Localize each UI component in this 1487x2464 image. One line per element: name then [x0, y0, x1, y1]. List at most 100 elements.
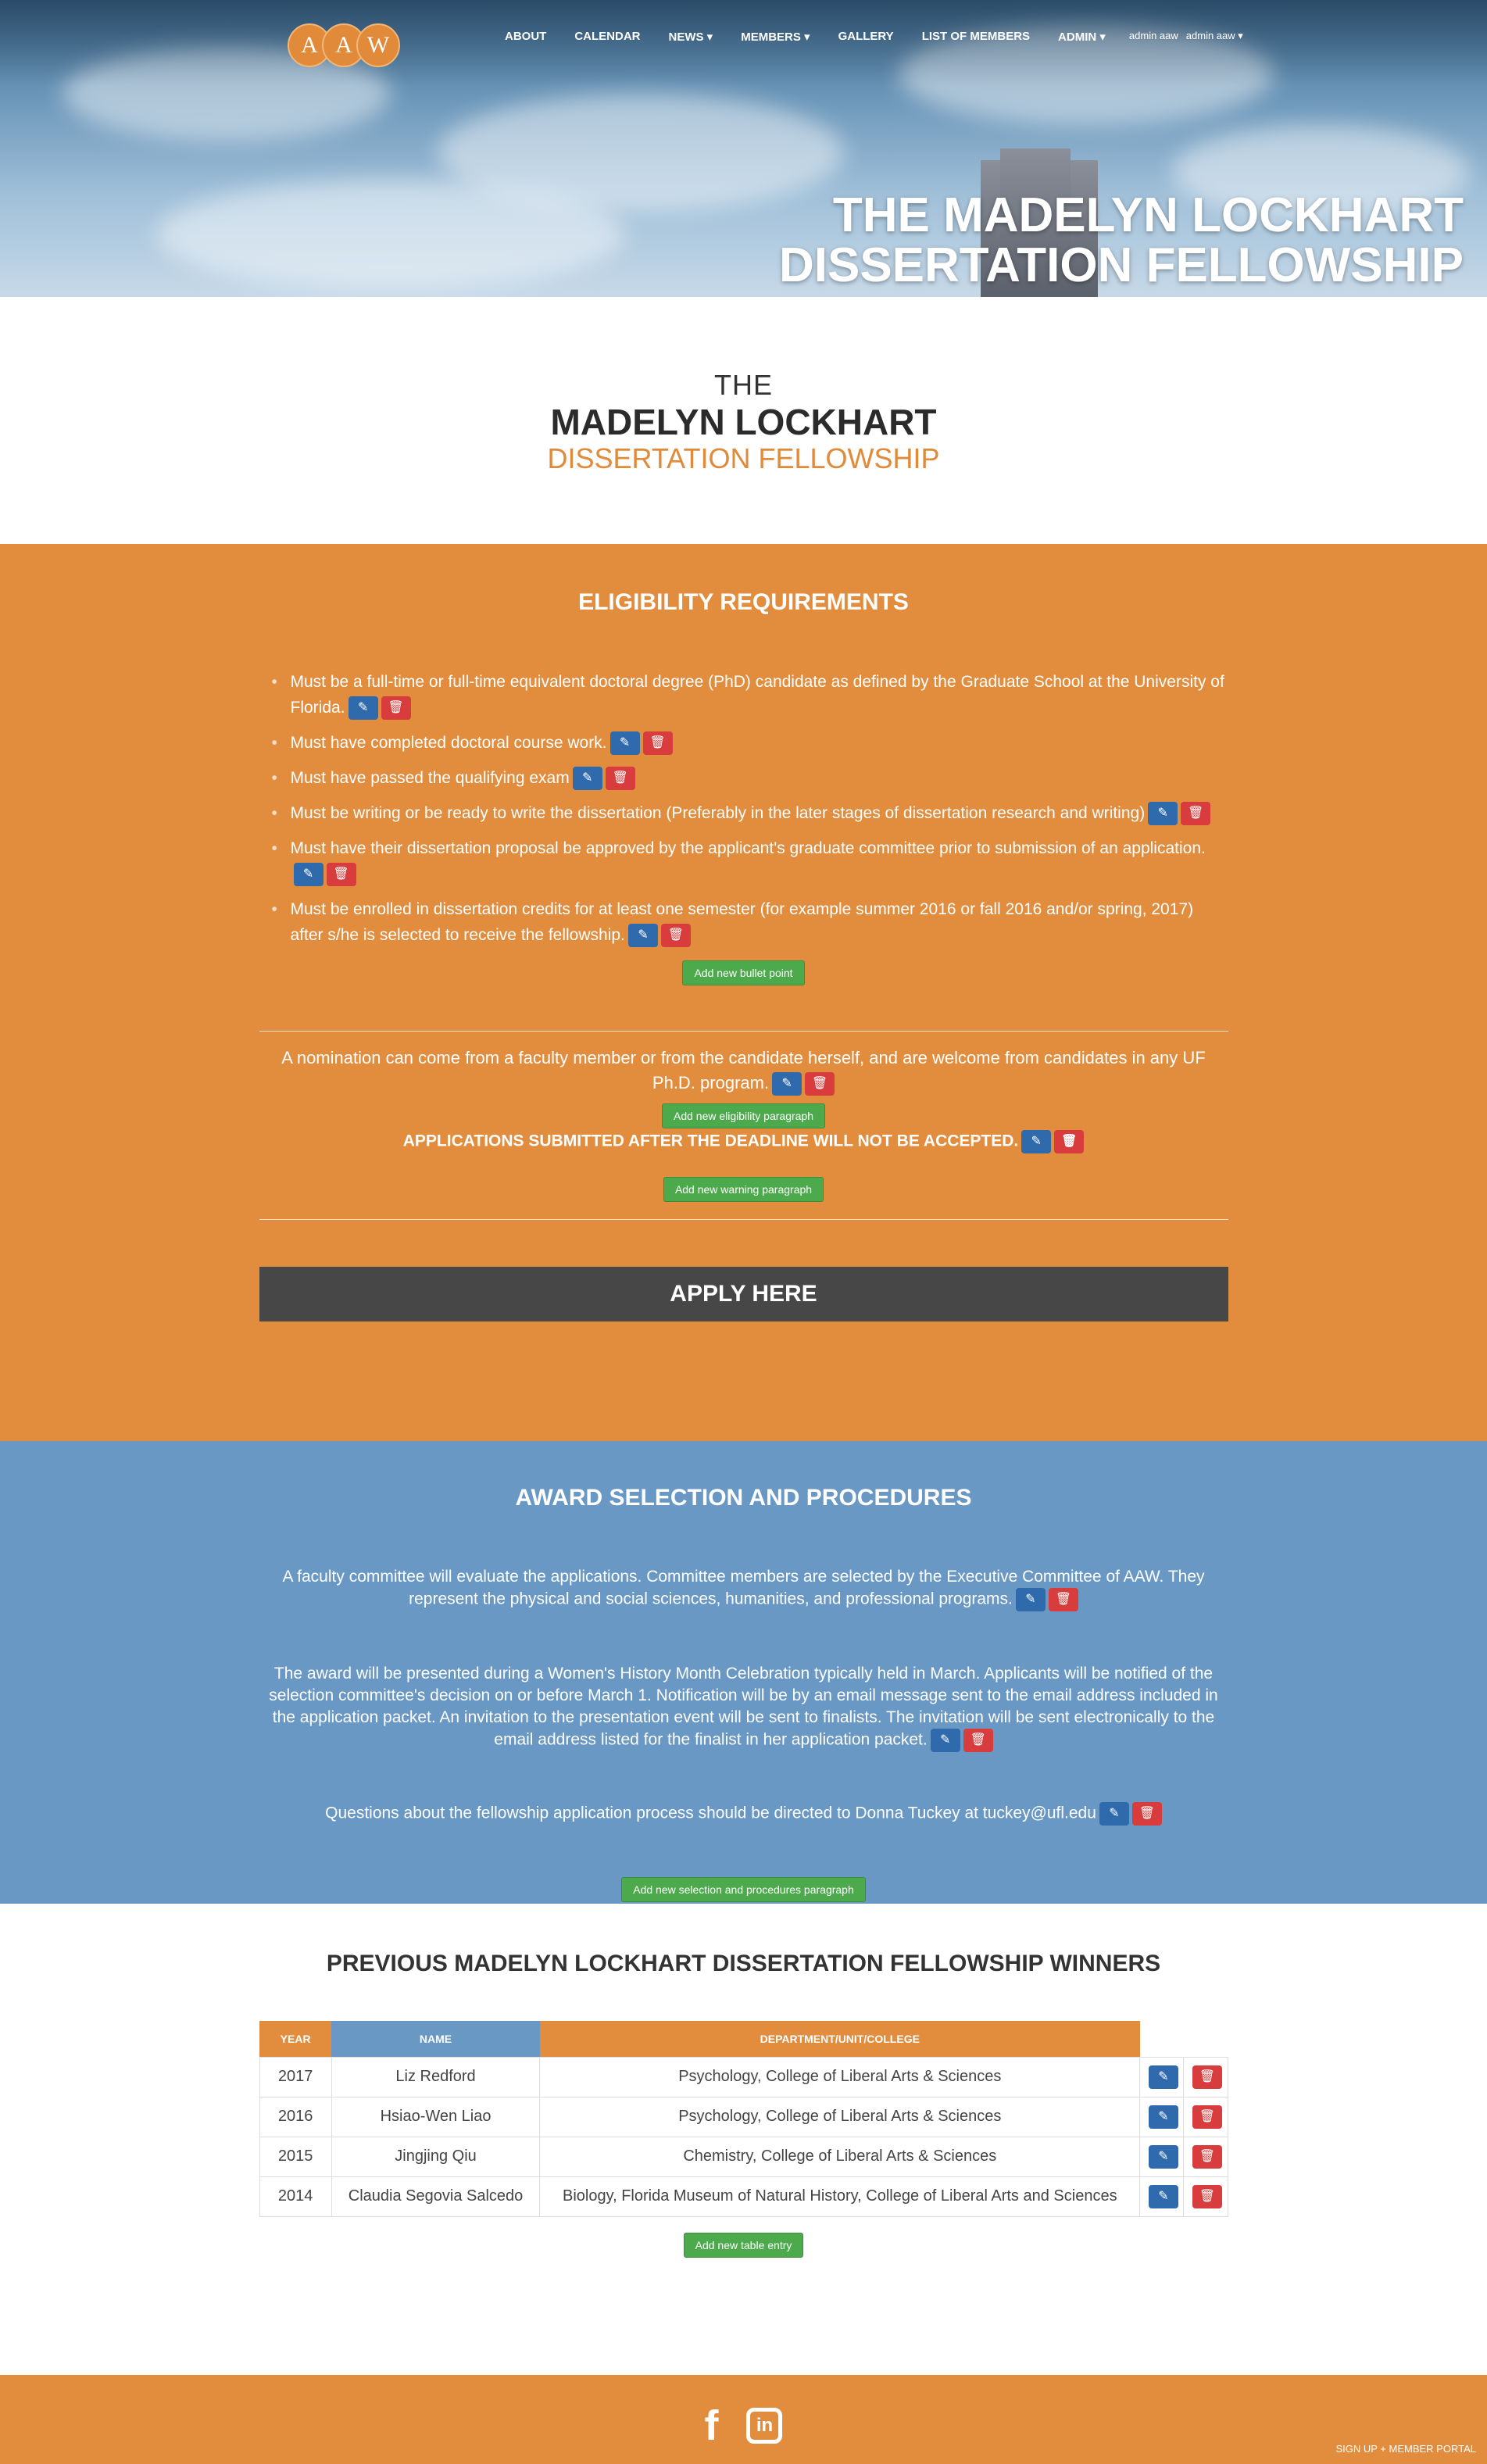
hero-title-line2: DISSERTATION FELLOWSHIP: [778, 238, 1464, 292]
intro-line1: THE: [714, 369, 773, 401]
trash-icon[interactable]: 🗑: [805, 1072, 835, 1096]
trash-icon[interactable]: 🗑: [1192, 2144, 1222, 2169]
award-paragraph: Questions about the fellowship applicati…: [259, 1802, 1228, 1826]
trash-icon[interactable]: 🗑: [1181, 802, 1211, 826]
trash-icon[interactable]: 🗑: [1192, 2184, 1222, 2208]
table-row: 2017 Liz Redford Psychology, College of …: [259, 2056, 1228, 2097]
add-table-entry-button[interactable]: Add new table entry: [683, 2232, 804, 2258]
cell-delete: 🗑: [1183, 2056, 1228, 2097]
trash-icon[interactable]: 🗑: [1131, 1802, 1162, 1826]
bullet-text: Must have passed the qualifying exam: [290, 769, 570, 787]
main-nav: ABOUT CALENDAR NEWS ▾ MEMBERS ▾ GALLERY …: [505, 30, 1243, 44]
linkedin-icon[interactable]: in: [746, 2408, 783, 2444]
add-warning-button[interactable]: Add new warning paragraph: [663, 1177, 824, 1203]
edit-icon[interactable]: ✎: [1148, 2105, 1178, 2129]
logo-letter: W: [356, 23, 400, 67]
list-item: Must be writing or be ready to write the…: [272, 800, 1228, 826]
nav-news-dropdown[interactable]: NEWS ▾: [669, 30, 713, 44]
edit-icon[interactable]: ✎: [1148, 2144, 1178, 2169]
edit-icon[interactable]: ✎: [293, 863, 323, 887]
edit-icon[interactable]: ✎: [1015, 1588, 1046, 1611]
cloud: [156, 180, 625, 289]
intro-line2: MADELYN LOCKHART: [550, 402, 937, 442]
nav-list-of-members[interactable]: LIST OF MEMBERS: [922, 30, 1030, 44]
paragraph-text: The award will be presented during a Wom…: [269, 1665, 1218, 1749]
table-row: 2014 Claudia Segovia Salcedo Biology, Fl…: [259, 2176, 1228, 2217]
cell-edit: ✎: [1139, 2176, 1185, 2217]
trash-icon[interactable]: 🗑: [605, 767, 635, 791]
add-eligibility-paragraph-button[interactable]: Add new eligibility paragraph: [662, 1103, 825, 1129]
eligibility-list: Must be a full-time or full-time equival…: [259, 669, 1228, 948]
hero-banner: A A W ABOUT CALENDAR NEWS ▾ MEMBERS ▾ GA…: [0, 0, 1487, 297]
list-item: Must have completed doctoral course work…: [272, 730, 1228, 756]
eligibility-title: ELIGIBILITY REQUIREMENTS: [578, 589, 909, 615]
cell-year: 2016: [259, 2096, 332, 2137]
table-row: 2016 Hsiao-Wen Liao Psychology, College …: [259, 2096, 1228, 2137]
trash-icon[interactable]: 🗑: [660, 924, 691, 948]
cell-department: Chemistry, College of Liberal Arts & Sci…: [539, 2136, 1141, 2177]
cell-department: Psychology, College of Liberal Arts & Sc…: [539, 2056, 1141, 2097]
social-links: f in: [705, 2401, 783, 2450]
trash-icon[interactable]: 🗑: [1192, 2065, 1222, 2089]
member-portal-link[interactable]: SIGN UP + MEMBER PORTAL: [1335, 2443, 1476, 2455]
nav-user-name: admin aaw: [1128, 30, 1178, 41]
bullet-text: Must have their dissertation proposal be…: [290, 839, 1206, 857]
trash-icon[interactable]: 🗑: [642, 731, 673, 756]
cell-delete: 🗑: [1183, 2136, 1228, 2177]
apply-here-button[interactable]: APPLY HERE: [259, 1267, 1228, 1322]
nav-calendar[interactable]: CALENDAR: [574, 30, 640, 44]
footer: f in SIGN UP + MEMBER PORTAL: [0, 2375, 1487, 2464]
cell-department: Biology, Florida Museum of Natural Histo…: [539, 2176, 1141, 2217]
nav-about[interactable]: ABOUT: [505, 30, 546, 44]
winners-section: PREVIOUS MADELYN LOCKHART DISSERTATION F…: [0, 1904, 1487, 2375]
cell-year: 2014: [259, 2176, 332, 2217]
edit-icon[interactable]: ✎: [609, 731, 640, 756]
trash-icon[interactable]: 🗑: [1192, 2105, 1222, 2129]
trash-icon[interactable]: 🗑: [1048, 1588, 1078, 1611]
edit-icon[interactable]: ✎: [1099, 1802, 1129, 1826]
eligibility-section: ELIGIBILITY REQUIREMENTS Must be a full-…: [0, 544, 1487, 1441]
hero-title: THE MADELYN LOCKHART DISSERTATION FELLOW…: [779, 191, 1464, 291]
trash-icon[interactable]: 🗑: [381, 696, 411, 721]
winners-table: YEAR NAME DEPARTMENT/UNIT/COLLEGE 2017 L…: [259, 2021, 1228, 2217]
edit-icon[interactable]: ✎: [772, 1072, 802, 1096]
cell-name: Claudia Segovia Salcedo: [331, 2176, 541, 2217]
edit-icon[interactable]: ✎: [1021, 1130, 1052, 1154]
nav-members-dropdown[interactable]: MEMBERS ▾: [741, 30, 810, 44]
nav-gallery[interactable]: GALLERY: [838, 30, 894, 44]
cell-department: Psychology, College of Liberal Arts & Sc…: [539, 2096, 1141, 2137]
award-title: AWARD SELECTION AND PROCEDURES: [515, 1485, 972, 1511]
edit-icon[interactable]: ✎: [1148, 2065, 1178, 2089]
cell-name: Hsiao-Wen Liao: [331, 2096, 541, 2137]
nomination-text: A nomination can come from a faculty mem…: [281, 1048, 1206, 1093]
edit-icon[interactable]: ✎: [627, 924, 658, 948]
cell-delete: 🗑: [1183, 2176, 1228, 2217]
trash-icon[interactable]: 🗑: [963, 1729, 993, 1752]
nomination-paragraph: A nomination can come from a faculty mem…: [259, 1046, 1228, 1096]
cell-edit: ✎: [1139, 2096, 1185, 2137]
facebook-icon[interactable]: f: [705, 2401, 719, 2450]
edit-icon[interactable]: ✎: [1148, 802, 1178, 826]
aaw-logo[interactable]: A A W: [288, 23, 400, 67]
deadline-warning: APPLICATIONS SUBMITTED AFTER THE DEADLIN…: [259, 1130, 1228, 1154]
trash-icon[interactable]: 🗑: [1054, 1130, 1085, 1154]
edit-icon[interactable]: ✎: [930, 1729, 960, 1752]
list-item: Must have their dissertation proposal be…: [272, 835, 1228, 887]
paragraph-text: Questions about the fellowship applicati…: [325, 1804, 1096, 1822]
cell-delete: 🗑: [1183, 2096, 1228, 2137]
column-header: NAME: [331, 2021, 540, 2057]
winners-title: PREVIOUS MADELYN LOCKHART DISSERTATION F…: [326, 1951, 1161, 1976]
add-bullet-button[interactable]: Add new bullet point: [682, 960, 805, 985]
add-award-paragraph-button[interactable]: Add new selection and procedures paragra…: [621, 1877, 866, 1902]
bullet-text: Must be a full-time or full-time equival…: [290, 673, 1224, 717]
award-paragraph: The award will be presented during a Wom…: [259, 1663, 1228, 1752]
list-item: Must be a full-time or full-time equival…: [272, 669, 1228, 721]
nav-user-menu[interactable]: admin aaw ▾: [1186, 30, 1243, 44]
column-header: DEPARTMENT/UNIT/COLLEGE: [539, 2021, 1140, 2057]
intro-heading: THE MADELYN LOCKHART DISSERTATION FELLOW…: [0, 297, 1487, 544]
trash-icon[interactable]: 🗑: [326, 863, 356, 887]
edit-icon[interactable]: ✎: [1148, 2184, 1178, 2208]
nav-admin-dropdown[interactable]: ADMIN ▾: [1058, 30, 1106, 44]
edit-icon[interactable]: ✎: [348, 696, 378, 721]
edit-icon[interactable]: ✎: [572, 767, 602, 791]
